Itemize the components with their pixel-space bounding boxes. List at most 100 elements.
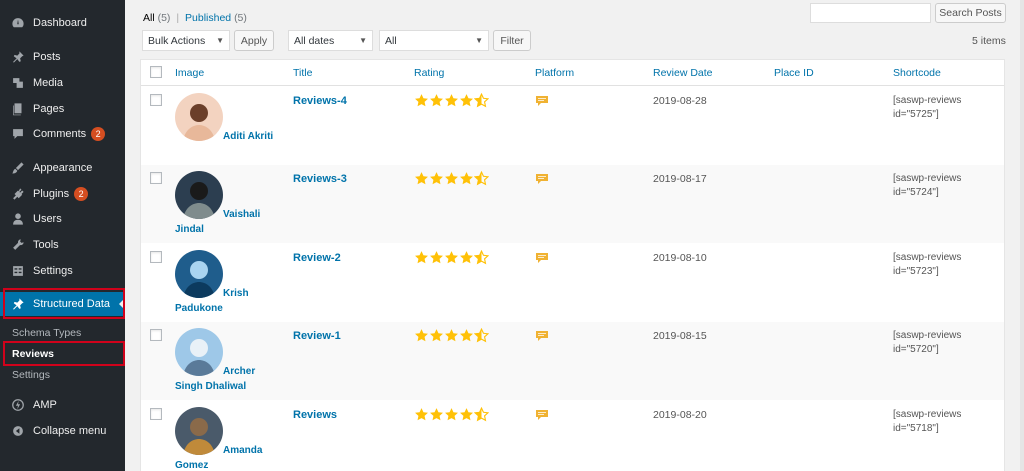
star-full-icon	[430, 329, 443, 342]
review-date: 2019-08-10	[653, 252, 707, 264]
review-author-link[interactable]: Archer Singh Dhaliwal	[175, 364, 285, 394]
star-full-icon	[445, 172, 458, 185]
star-full-icon	[430, 172, 443, 185]
pin-icon	[11, 297, 25, 311]
rating-stars	[414, 93, 489, 108]
sidebar-item-label: AMP	[33, 399, 57, 411]
star-full-icon	[415, 172, 428, 185]
reviews-table: Image Title Rating Platform Review Date …	[140, 59, 1005, 471]
review-author-link[interactable]: Krish Padukone	[175, 286, 285, 316]
platform-comment-icon	[536, 253, 548, 263]
column-header-shortcode[interactable]: Shortcode	[893, 67, 941, 79]
row-checkbox[interactable]	[150, 94, 162, 106]
comment-icon	[11, 127, 25, 141]
chevron-down-icon: ▼	[216, 36, 224, 45]
star-full-icon	[460, 329, 473, 342]
select-all-checkbox[interactable]	[150, 66, 162, 78]
chevron-down-icon: ▼	[475, 36, 483, 45]
column-header-image[interactable]: Image	[175, 67, 204, 79]
filter-published-count: (5)	[234, 12, 247, 24]
filter-all[interactable]: All (5)	[143, 12, 170, 24]
sidebar-item-label: Tools	[33, 239, 59, 251]
table-row: Archer Singh Dhaliwal Review-1 2019-08-1…	[141, 322, 1004, 400]
row-checkbox[interactable]	[150, 251, 162, 263]
column-header-rating[interactable]: Rating	[414, 67, 444, 79]
filter-all-label: All	[143, 12, 155, 24]
filter-button[interactable]: Filter	[493, 30, 531, 51]
review-author-link[interactable]: Amanda Gomez	[175, 443, 285, 471]
sidebar-item-settings[interactable]: Settings	[0, 259, 125, 283]
bulk-actions-value: Bulk Actions	[148, 34, 206, 47]
column-header-place-id[interactable]: Place ID	[774, 67, 814, 79]
sidebar-item-plugins[interactable]: Plugins 2	[0, 182, 125, 206]
star-full-icon	[430, 94, 443, 107]
row-checkbox[interactable]	[150, 172, 162, 184]
table-row: Vaishali Jindal Reviews-3 2019-08-17 [sa…	[141, 165, 1004, 243]
comments-count-badge: 2	[91, 127, 106, 141]
sidebar-item-appearance[interactable]: Appearance	[0, 156, 125, 180]
review-date: 2019-08-15	[653, 330, 707, 342]
bulk-actions-select[interactable]: Bulk Actions ▼	[142, 30, 230, 51]
amp-icon	[11, 398, 25, 412]
star-full-icon	[415, 408, 428, 421]
review-date: 2019-08-28	[653, 95, 707, 107]
submenu-item-schema-types[interactable]: Schema Types	[0, 323, 125, 343]
sidebar-item-posts[interactable]: Posts	[0, 45, 125, 69]
wrench-icon	[11, 238, 25, 252]
review-author-link[interactable]: Vaishali Jindal	[175, 207, 285, 237]
sidebar-item-label: Structured Data	[33, 298, 111, 310]
review-title-link[interactable]: Review-1	[293, 330, 341, 342]
star-full-icon	[460, 172, 473, 185]
platform-comment-icon	[536, 174, 548, 184]
table-row: Amanda Gomez Reviews 2019-08-20 [saswp-r…	[141, 401, 1004, 471]
platform-comment-icon	[536, 96, 548, 106]
submenu-label: Reviews	[12, 348, 55, 360]
category-filter-select[interactable]: All ▼	[379, 30, 489, 51]
column-header-review-date[interactable]: Review Date	[653, 67, 713, 79]
search-posts-button[interactable]: Search Posts	[935, 3, 1006, 23]
sidebar-item-pages[interactable]: Pages	[0, 97, 125, 121]
column-header-title[interactable]: Title	[293, 67, 312, 79]
star-full-icon	[430, 408, 443, 421]
search-input[interactable]	[810, 3, 931, 23]
apply-button[interactable]: Apply	[234, 30, 274, 51]
row-checkbox[interactable]	[150, 408, 162, 420]
dashboard-icon	[11, 16, 25, 30]
sidebar-item-tools[interactable]: Tools	[0, 233, 125, 257]
review-title-link[interactable]: Reviews	[293, 409, 337, 421]
star-full-icon	[415, 329, 428, 342]
sidebar-item-comments[interactable]: Comments 2	[0, 122, 125, 146]
status-filter-links: All (5) | Published (5)	[143, 12, 247, 24]
submenu-item-settings[interactable]: Settings	[0, 365, 125, 385]
review-author-link[interactable]: Aditi Akriti	[175, 129, 285, 144]
filter-published[interactable]: Published (5)	[185, 12, 247, 24]
star-full-icon	[430, 251, 443, 264]
review-title-link[interactable]: Reviews-4	[293, 95, 347, 107]
platform-comment-icon	[536, 410, 548, 420]
sidebar-item-label: Plugins	[33, 188, 70, 200]
column-header-platform[interactable]: Platform	[535, 67, 574, 79]
submenu-item-reviews[interactable]: Reviews	[0, 344, 125, 364]
star-full-icon	[445, 329, 458, 342]
sidebar-item-users[interactable]: Users	[0, 207, 125, 231]
items-count: 5 items	[972, 35, 1006, 47]
sidebar-item-label: Appearance	[33, 162, 93, 174]
dates-filter-select[interactable]: All dates ▼	[288, 30, 373, 51]
chevron-down-icon: ▼	[359, 36, 367, 45]
collapse-menu-button[interactable]: Collapse menu	[0, 419, 125, 443]
review-date: 2019-08-20	[653, 409, 707, 421]
review-title-link[interactable]: Reviews-3	[293, 173, 347, 185]
sidebar-item-dashboard[interactable]: Dashboard	[0, 11, 125, 35]
star-full-icon	[445, 408, 458, 421]
shortcode-text: [saswp-reviews id="5718"]	[893, 409, 962, 434]
sidebar-item-label: Users	[33, 213, 62, 225]
sidebar-item-media[interactable]: Media	[0, 71, 125, 95]
plugin-icon	[11, 187, 25, 201]
sidebar-item-structured-data[interactable]: Structured Data	[0, 292, 125, 316]
row-checkbox[interactable]	[150, 329, 162, 341]
review-title-link[interactable]: Review-2	[293, 252, 341, 264]
star-full-icon	[460, 251, 473, 264]
scrollbar[interactable]	[1020, 0, 1024, 471]
active-arrow-icon	[119, 298, 125, 310]
sidebar-item-amp[interactable]: AMP	[0, 393, 125, 417]
